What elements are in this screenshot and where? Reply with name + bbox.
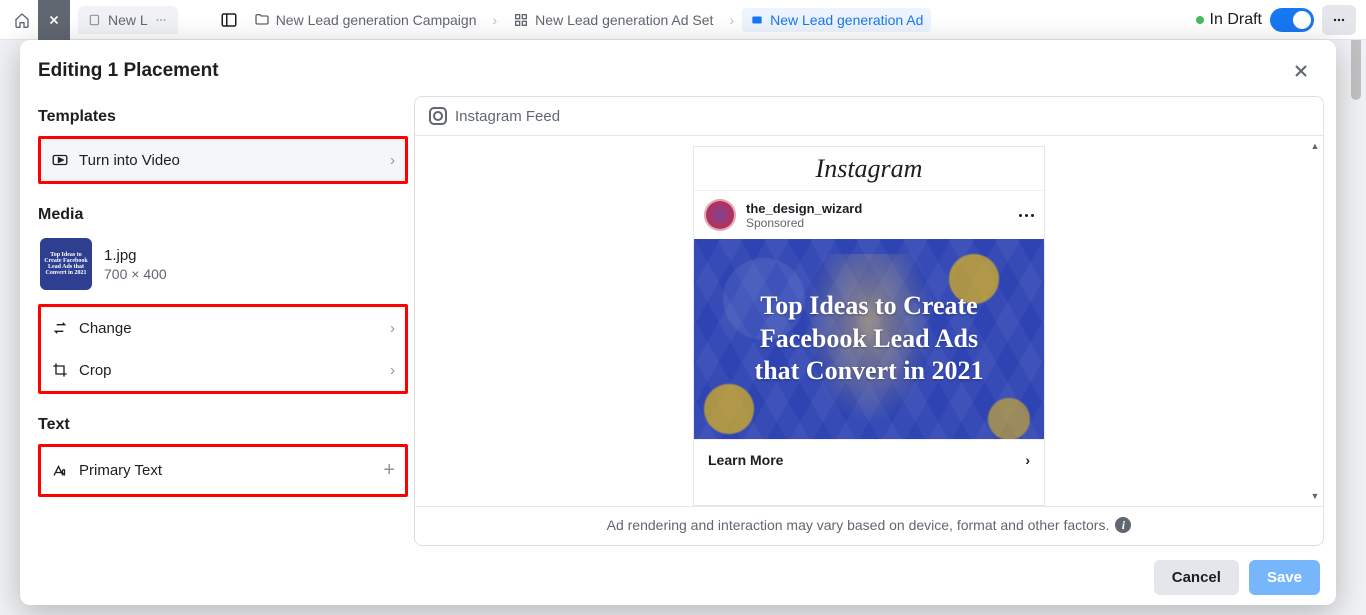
- turn-into-video-option[interactable]: Turn into Video ›: [41, 139, 405, 181]
- breadcrumb-campaign[interactable]: New Lead generation Campaign: [246, 8, 485, 32]
- highlight-primary-text: Primary Text +: [38, 444, 408, 497]
- option-label: Primary Text: [79, 462, 162, 479]
- crop-icon: [51, 361, 69, 379]
- instagram-preview-card: Instagram the_design_wizard Sponsored: [693, 146, 1045, 506]
- breadcrumb-ad-label: New Lead generation Ad: [770, 12, 923, 28]
- disclaimer-text: Ad rendering and interaction may vary ba…: [607, 517, 1110, 533]
- media-file-item: Top Ideas to Create Facebook Lead Ads th…: [38, 234, 408, 304]
- cancel-button[interactable]: Cancel: [1154, 560, 1239, 595]
- thumb-caption: Top Ideas to Create Facebook Lead Ads th…: [44, 252, 88, 276]
- page-scrollbar[interactable]: [1349, 0, 1363, 615]
- avatar: [704, 199, 736, 231]
- option-label: Crop: [79, 362, 112, 379]
- panel-icon[interactable]: [220, 11, 238, 29]
- option-label: Change: [79, 320, 132, 337]
- primary-text-option[interactable]: Primary Text +: [41, 447, 405, 494]
- preview-scroll-up[interactable]: ▲: [1309, 140, 1321, 152]
- preview-placement-label: Instagram Feed: [455, 108, 560, 125]
- media-file-name: 1.jpg: [104, 247, 167, 264]
- modal-header: Editing 1 Placement: [20, 40, 1336, 96]
- chevron-right-icon: ›: [1025, 452, 1030, 468]
- left-options-panel: Templates Turn into Video › Media Top Id…: [32, 96, 414, 552]
- templates-section-title: Templates: [38, 96, 408, 136]
- breadcrumb-adset[interactable]: New Lead generation Ad Set: [505, 8, 721, 32]
- headline-line: that Convert in 2021: [755, 356, 984, 385]
- info-icon[interactable]: i: [1115, 517, 1131, 533]
- preview-body: ▲ Instagram the_design_wizard Sponsored: [415, 136, 1323, 506]
- instagram-icon: [429, 107, 447, 125]
- grid-icon: [513, 12, 529, 28]
- video-icon: [51, 151, 69, 169]
- text-section-title: Text: [38, 394, 408, 444]
- text-icon: [51, 462, 69, 480]
- preview-header: Instagram Feed: [415, 97, 1323, 136]
- breadcrumb-campaign-label: New Lead generation Campaign: [276, 12, 477, 28]
- status-badge: In Draft: [1196, 11, 1262, 29]
- more-button[interactable]: [1322, 5, 1356, 35]
- close-icon[interactable]: [1284, 54, 1318, 88]
- highlight-media-actions: Change › Crop ›: [38, 304, 408, 394]
- breadcrumb-ad[interactable]: New Lead generation Ad: [742, 8, 931, 32]
- ad-creative-image: Top Ideas to Create Facebook Lead Ads th…: [694, 239, 1044, 439]
- chevron-right-icon: ›: [493, 12, 498, 28]
- background-tab-label: New L: [108, 12, 148, 28]
- chevron-right-icon: ›: [729, 12, 734, 28]
- status-label: In Draft: [1210, 11, 1262, 29]
- preview-panel: Instagram Feed ▲ Instagram the_design_wi…: [414, 96, 1324, 546]
- instagram-logo: Instagram: [694, 147, 1044, 191]
- status-dot-icon: [1196, 16, 1204, 24]
- modal-title: Editing 1 Placement: [38, 60, 219, 82]
- breadcrumb: New Lead generation Campaign › New Lead …: [206, 0, 946, 40]
- chevron-right-icon: ›: [390, 362, 395, 379]
- close-tab-icon[interactable]: [38, 0, 70, 40]
- plus-icon: +: [383, 459, 395, 482]
- crop-media-option[interactable]: Crop ›: [41, 349, 405, 391]
- highlight-turn-into-video: Turn into Video ›: [38, 136, 408, 184]
- chevron-right-icon: ›: [390, 152, 395, 169]
- ad-headline: Top Ideas to Create Facebook Lead Ads th…: [749, 290, 990, 388]
- instagram-username: the_design_wizard: [746, 201, 862, 216]
- home-icon[interactable]: [10, 8, 34, 32]
- folder-icon: [254, 12, 270, 28]
- media-file-dimensions: 700 × 400: [104, 266, 167, 282]
- instagram-cta-row[interactable]: Learn More ›: [694, 439, 1044, 480]
- status-toggle[interactable]: [1270, 8, 1314, 32]
- instagram-more-icon[interactable]: [1019, 214, 1034, 217]
- cta-label: Learn More: [708, 452, 783, 468]
- modal-footer: Cancel Save: [20, 552, 1336, 605]
- swap-icon: [51, 319, 69, 337]
- ad-icon: [750, 13, 764, 27]
- chevron-right-icon: ›: [390, 320, 395, 337]
- media-section-title: Media: [38, 184, 408, 234]
- option-label: Turn into Video: [79, 152, 180, 169]
- headline-line: Facebook Lead Ads: [760, 324, 978, 353]
- background-file-tab[interactable]: New L: [78, 6, 178, 34]
- preview-disclaimer: Ad rendering and interaction may vary ba…: [415, 506, 1323, 545]
- edit-placement-modal: Editing 1 Placement Templates Turn into …: [20, 40, 1336, 605]
- instagram-sponsored-label: Sponsored: [746, 216, 862, 230]
- save-button[interactable]: Save: [1249, 560, 1320, 595]
- background-header: New L New Lead generation Campaign › New…: [0, 0, 1366, 40]
- instagram-post-header: the_design_wizard Sponsored: [694, 191, 1044, 239]
- media-thumbnail: Top Ideas to Create Facebook Lead Ads th…: [40, 238, 92, 290]
- breadcrumb-adset-label: New Lead generation Ad Set: [535, 12, 713, 28]
- headline-line: Top Ideas to Create: [760, 291, 977, 320]
- preview-scroll-down[interactable]: ▼: [1309, 490, 1321, 502]
- change-media-option[interactable]: Change ›: [41, 307, 405, 349]
